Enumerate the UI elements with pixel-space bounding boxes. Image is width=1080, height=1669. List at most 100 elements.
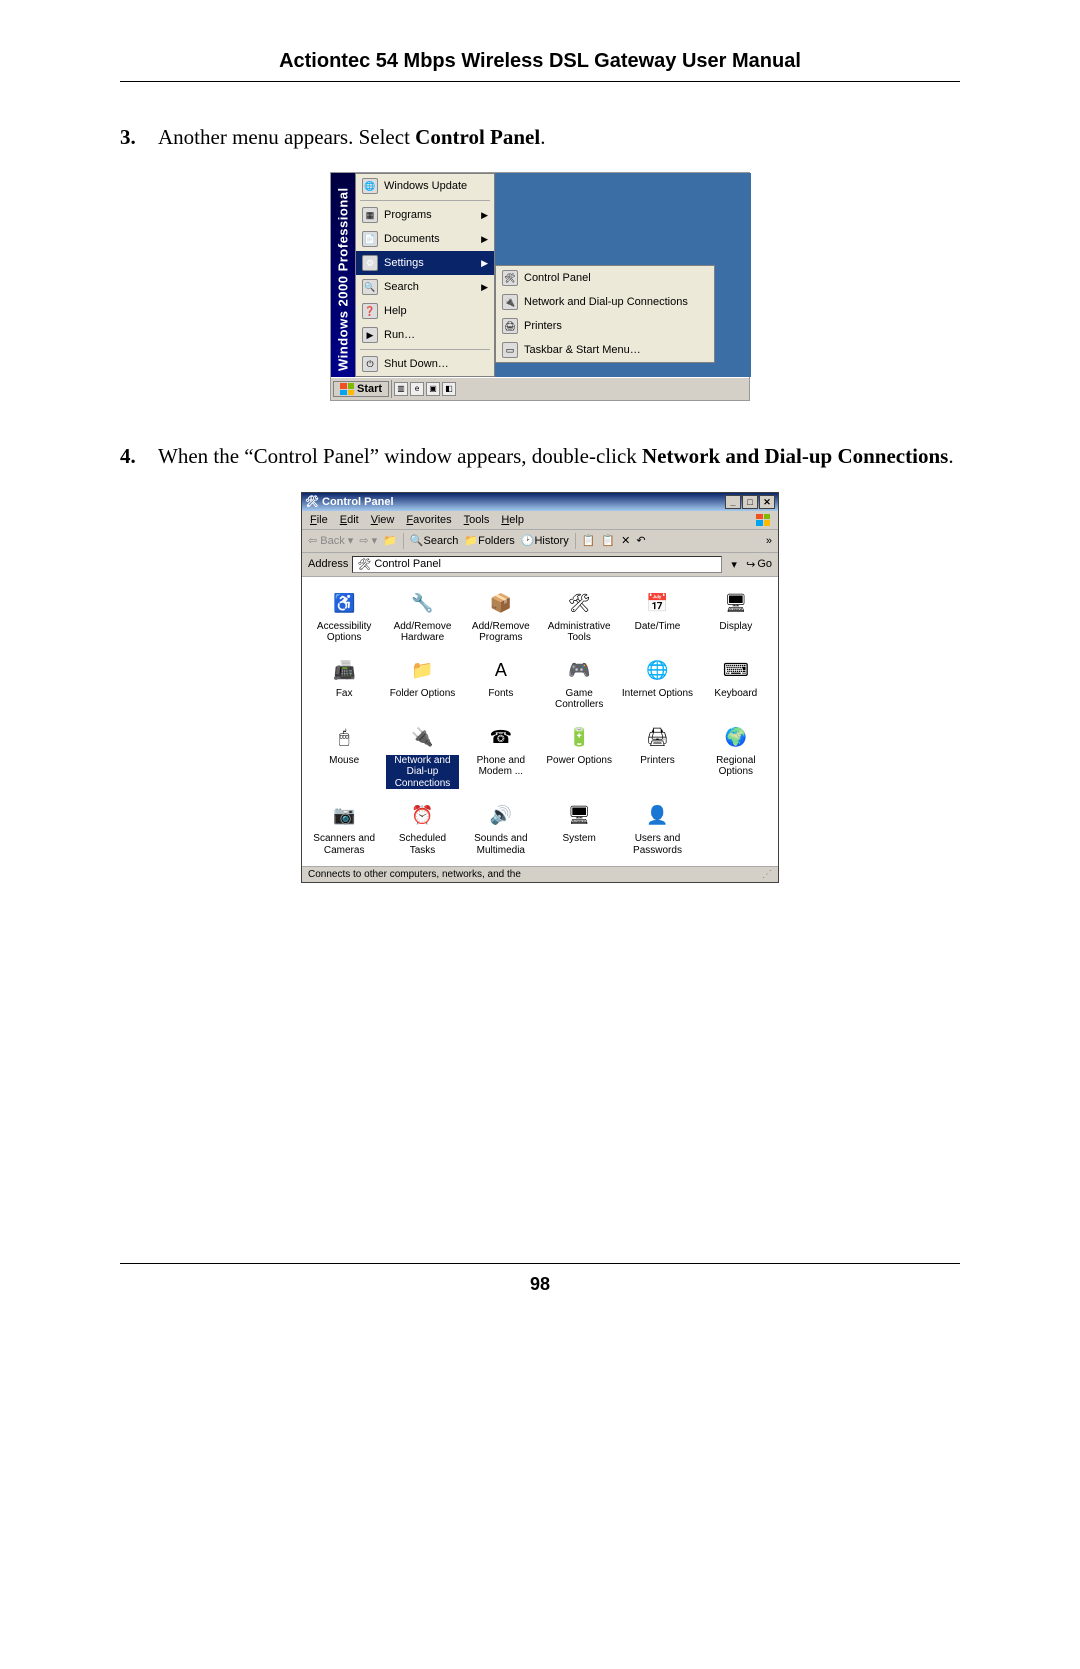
control-panel-icon: 🛠 xyxy=(502,270,518,286)
item-icon: 🌍 xyxy=(720,721,752,753)
maximize-button[interactable]: □ xyxy=(742,495,758,509)
start-button[interactable]: Start xyxy=(333,381,389,397)
quicklaunch-icon[interactable]: ▥ xyxy=(394,382,408,396)
cp-item-system[interactable]: 🖥System xyxy=(541,797,617,858)
search-button[interactable]: 🔍Search xyxy=(410,534,459,547)
address-bar: Address 🛠Control Panel ▾ ↪Go xyxy=(302,553,778,577)
page-header-title: Actiontec 54 Mbps Wireless DSL Gateway U… xyxy=(120,50,960,73)
step-3-text: Another menu appears. Select Control Pan… xyxy=(158,122,960,152)
cp-item-add-remove-programs[interactable]: 📦Add/Remove Programs xyxy=(463,585,539,646)
undo-button[interactable]: ↶ xyxy=(636,534,645,547)
menu-search[interactable]: 🔍Search▶ xyxy=(356,275,494,299)
item-icon: 🔋 xyxy=(563,721,595,753)
step-4: 4. When the “Control Panel” window appea… xyxy=(120,441,960,471)
up-button[interactable]: 📁 xyxy=(383,534,397,547)
item-icon: 🔧 xyxy=(406,587,438,619)
menu-bar: File Edit View Favorites Tools Help xyxy=(302,511,778,530)
delete-button[interactable]: ✕ xyxy=(621,534,630,547)
item-icon: ⌨ xyxy=(720,654,752,686)
menu-run[interactable]: ▶Run… xyxy=(356,323,494,347)
window-titlebar: 🛠 Control Panel _ □ ✕ xyxy=(302,493,778,511)
folders-button[interactable]: 📁Folders xyxy=(464,534,514,547)
address-input[interactable]: 🛠Control Panel xyxy=(352,556,722,573)
taskbar: Start ▥ e ▣ ◧ xyxy=(331,377,749,400)
history-button[interactable]: 🕑History xyxy=(521,534,569,547)
cp-item-internet-options[interactable]: 🌐Internet Options xyxy=(619,652,695,713)
close-button[interactable]: ✕ xyxy=(759,495,775,509)
item-icon: 🖱 xyxy=(328,721,360,753)
quicklaunch-icon[interactable]: ▣ xyxy=(426,382,440,396)
cp-item-phone-and-modem-[interactable]: ☎Phone and Modem ... xyxy=(463,719,539,792)
chevron-right-icon: ▶ xyxy=(481,210,488,221)
submenu-taskbar[interactable]: ▭Taskbar & Start Menu… xyxy=(496,338,714,362)
item-label: Add/Remove Hardware xyxy=(386,621,458,644)
cp-item-fonts[interactable]: AFonts xyxy=(463,652,539,713)
programs-icon: ▦ xyxy=(362,207,378,223)
submenu-network[interactable]: 🔌Network and Dial-up Connections xyxy=(496,290,714,314)
item-icon: 🔊 xyxy=(485,799,517,831)
menu-edit[interactable]: Edit xyxy=(340,514,359,526)
item-label: Mouse xyxy=(308,755,380,767)
toolbar-overflow[interactable]: » xyxy=(766,535,772,547)
item-label: System xyxy=(543,833,615,845)
menu-help[interactable]: Help xyxy=(501,514,524,526)
cp-item-regional-options[interactable]: 🌍Regional Options xyxy=(698,719,774,792)
submenu-control-panel[interactable]: 🛠Control Panel xyxy=(496,266,714,290)
cp-item-accessibility-options[interactable]: ♿Accessibility Options xyxy=(306,585,382,646)
forward-button[interactable]: ⇨ ▾ xyxy=(359,534,377,547)
item-label: Scheduled Tasks xyxy=(386,833,458,856)
quicklaunch-icon[interactable]: ◧ xyxy=(442,382,456,396)
cp-item-folder-options[interactable]: 📁Folder Options xyxy=(384,652,460,713)
menu-file[interactable]: File xyxy=(310,514,328,526)
cp-item-sounds-and-multimedia[interactable]: 🔊Sounds and Multimedia xyxy=(463,797,539,858)
menu-programs[interactable]: ▦Programs▶ xyxy=(356,203,494,227)
address-label: Address xyxy=(308,558,348,570)
settings-icon: ⚙ xyxy=(362,255,378,271)
step-4-number: 4. xyxy=(120,441,158,471)
menu-favorites[interactable]: Favorites xyxy=(406,514,451,526)
cp-item-administrative-tools[interactable]: 🛠Administrative Tools xyxy=(541,585,617,646)
cp-item-scanners-and-cameras[interactable]: 📷Scanners and Cameras xyxy=(306,797,382,858)
item-label: Fonts xyxy=(465,688,537,700)
menu-shutdown[interactable]: ⏻Shut Down… xyxy=(356,352,494,376)
step-4-post: . xyxy=(948,444,953,468)
minimize-button[interactable]: _ xyxy=(725,495,741,509)
go-button[interactable]: ↪Go xyxy=(746,558,772,571)
cp-item-power-options[interactable]: 🔋Power Options xyxy=(541,719,617,792)
cp-item-printers[interactable]: 🖨Printers xyxy=(619,719,695,792)
step-4-text: When the “Control Panel” window appears,… xyxy=(158,441,960,471)
address-dropdown[interactable]: ▾ xyxy=(726,558,742,571)
menu-windows-update[interactable]: 🌐Windows Update xyxy=(356,174,494,198)
menu-view[interactable]: View xyxy=(371,514,395,526)
cp-item-add-remove-hardware[interactable]: 🔧Add/Remove Hardware xyxy=(384,585,460,646)
item-label: Scanners and Cameras xyxy=(308,833,380,856)
cp-item-game-controllers[interactable]: 🎮Game Controllers xyxy=(541,652,617,713)
cp-item-mouse[interactable]: 🖱 Mouse xyxy=(306,719,382,792)
back-button[interactable]: ⇦ Back ▾ xyxy=(308,534,353,547)
control-panel-icon: 🛠 xyxy=(305,495,319,509)
toolbar-icon[interactable]: 📋 xyxy=(601,534,615,547)
globe-icon: 🌐 xyxy=(362,178,378,194)
menu-tools[interactable]: Tools xyxy=(464,514,490,526)
chevron-right-icon: ▶ xyxy=(481,258,488,269)
control-panel-items: ♿Accessibility Options🔧Add/Remove Hardwa… xyxy=(302,577,778,867)
cp-item-fax[interactable]: 📠Fax xyxy=(306,652,382,713)
menu-settings[interactable]: ⚙Settings▶ xyxy=(356,251,494,275)
quicklaunch-icon[interactable]: e xyxy=(410,382,424,396)
menu-help[interactable]: ❓Help xyxy=(356,299,494,323)
cp-item-keyboard[interactable]: ⌨Keyboard xyxy=(698,652,774,713)
submenu-printers[interactable]: 🖨Printers xyxy=(496,314,714,338)
resize-grip-icon[interactable]: ⋰ xyxy=(762,869,772,880)
step-3-pre: Another menu appears. Select xyxy=(158,125,415,149)
cp-item-users-and-passwords[interactable]: 👤Users and Passwords xyxy=(619,797,695,858)
cp-item-network-and-dial-up-connections[interactable]: 🔌Network and Dial-up Connections xyxy=(384,719,460,792)
taskbar-icon: ▭ xyxy=(502,342,518,358)
shutdown-icon: ⏻ xyxy=(362,356,378,372)
menu-documents[interactable]: 📄Documents▶ xyxy=(356,227,494,251)
toolbar-icon[interactable]: 📋 xyxy=(582,534,596,547)
item-label: Internet Options xyxy=(621,688,693,700)
item-icon: 🔌 xyxy=(406,721,438,753)
cp-item-scheduled-tasks[interactable]: ⏰Scheduled Tasks xyxy=(384,797,460,858)
cp-item-display[interactable]: 🖥Display xyxy=(698,585,774,646)
cp-item-date-time[interactable]: 📅Date/Time xyxy=(619,585,695,646)
